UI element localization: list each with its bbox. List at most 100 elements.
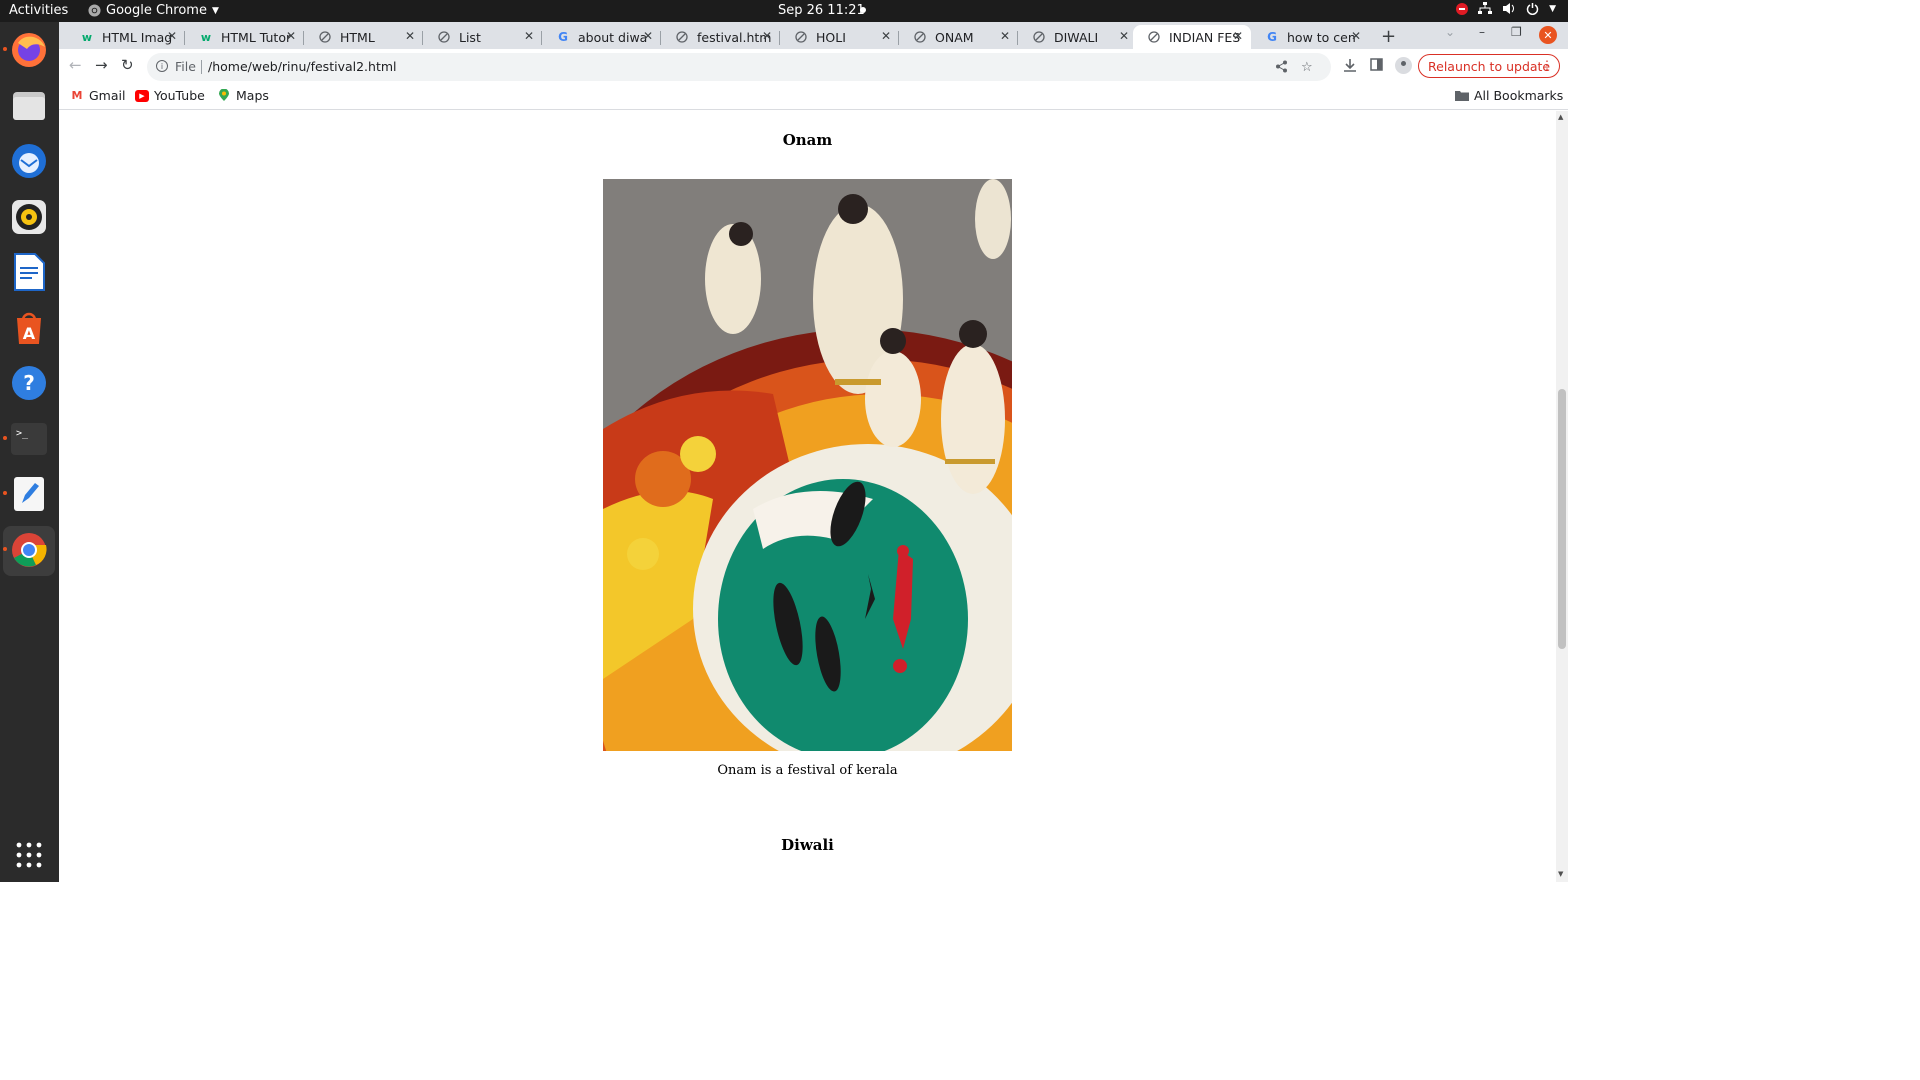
restore-icon[interactable]: ❐ bbox=[1511, 25, 1522, 39]
info-icon[interactable]: i bbox=[156, 60, 168, 72]
tab-list[interactable]: List ✕ bbox=[423, 25, 542, 49]
all-bookmarks-button[interactable]: All Bookmarks bbox=[1455, 88, 1563, 103]
page-scrollbar[interactable]: ▲ ▼ bbox=[1556, 111, 1568, 882]
network-icon bbox=[1478, 2, 1493, 14]
power-icon bbox=[1526, 3, 1539, 15]
close-tab-icon[interactable]: ✕ bbox=[1233, 29, 1243, 43]
globe-icon bbox=[675, 30, 689, 44]
download-icon[interactable] bbox=[1343, 58, 1357, 76]
close-tab-icon[interactable]: ✕ bbox=[1119, 29, 1129, 43]
running-indicator bbox=[3, 47, 7, 51]
tab-diwali[interactable]: DIWALI ✕ bbox=[1018, 25, 1137, 49]
url-text[interactable]: /home/web/rinu/festival2.html bbox=[208, 59, 397, 74]
google-icon: G bbox=[1267, 30, 1277, 44]
globe-icon bbox=[1147, 30, 1161, 44]
show-apps-icon[interactable] bbox=[8, 834, 50, 876]
window-close-icon[interactable]: ✕ bbox=[1539, 26, 1557, 44]
w3schools-icon: w bbox=[200, 30, 212, 44]
chrome-icon bbox=[88, 4, 101, 17]
close-tab-icon[interactable]: ✕ bbox=[524, 29, 534, 43]
activities-button[interactable]: Activities bbox=[9, 3, 68, 18]
close-tab-icon[interactable]: ✕ bbox=[167, 29, 177, 43]
relaunch-to-update-button[interactable]: Relaunch to update ⋮ bbox=[1418, 54, 1560, 78]
reload-icon[interactable]: ↻ bbox=[121, 56, 134, 74]
thunderbird-icon[interactable] bbox=[8, 140, 50, 182]
omnibox-divider bbox=[201, 60, 202, 74]
svg-text:A: A bbox=[23, 324, 36, 343]
firefox-icon[interactable] bbox=[3, 29, 50, 71]
scroll-down-icon[interactable]: ▼ bbox=[1558, 870, 1563, 878]
close-tab-icon[interactable]: ✕ bbox=[881, 29, 891, 43]
tab-strip: w HTML Imag ✕ w HTML Tutor ✕ HTML ✕ List… bbox=[59, 22, 1568, 49]
system-tray[interactable]: ▼ bbox=[1456, 2, 1556, 15]
section-heading-diwali: Diwali bbox=[781, 836, 834, 854]
app-menu[interactable]: Google Chrome ▼ bbox=[88, 3, 219, 18]
tab-about-diwali[interactable]: G about diwa ✕ bbox=[542, 25, 661, 49]
tab-title: how to cen bbox=[1287, 29, 1356, 45]
libreoffice-writer-icon[interactable] bbox=[8, 251, 50, 293]
chevron-down-icon: ▼ bbox=[1549, 3, 1556, 14]
notification-dot-icon bbox=[860, 7, 866, 13]
url-scheme-label: File bbox=[175, 59, 196, 74]
close-tab-icon[interactable]: ✕ bbox=[643, 29, 653, 43]
profile-avatar-icon[interactable] bbox=[1395, 57, 1412, 74]
more-options-icon[interactable]: ⋮ bbox=[1541, 58, 1553, 72]
maps-icon bbox=[217, 89, 231, 102]
chevron-down-icon: ▼ bbox=[211, 5, 219, 16]
youtube-icon: ▶ bbox=[135, 89, 149, 102]
bookmark-youtube[interactable]: ▶ YouTube bbox=[135, 88, 205, 103]
close-tab-icon[interactable]: ✕ bbox=[1000, 29, 1010, 43]
scroll-thumb[interactable] bbox=[1558, 389, 1566, 649]
bookmark-maps[interactable]: Maps bbox=[217, 88, 269, 103]
tab-onam[interactable]: ONAM ✕ bbox=[899, 25, 1018, 49]
tab-holi[interactable]: HOLI ✕ bbox=[780, 25, 899, 49]
google-icon: G bbox=[558, 30, 568, 44]
app-center-icon[interactable]: A bbox=[8, 307, 50, 349]
section-heading-onam: Onam bbox=[782, 131, 833, 149]
close-tab-icon[interactable]: ✕ bbox=[405, 29, 415, 43]
google-chrome-dock-icon[interactable] bbox=[3, 529, 50, 571]
help-icon[interactable]: ? bbox=[8, 362, 50, 404]
address-bar[interactable]: i File /home/web/rinu/festival2.html ☆ bbox=[147, 53, 1331, 81]
close-tab-icon[interactable]: ✕ bbox=[286, 29, 296, 43]
new-tab-button[interactable]: + bbox=[1381, 26, 1396, 47]
tab-html-images[interactable]: w HTML Imag ✕ bbox=[66, 25, 185, 49]
star-icon[interactable]: ☆ bbox=[1301, 60, 1313, 75]
files-icon[interactable] bbox=[8, 85, 50, 127]
close-tab-icon[interactable]: ✕ bbox=[1351, 29, 1361, 43]
folder-icon bbox=[1455, 90, 1469, 102]
running-indicator bbox=[3, 547, 7, 551]
side-panel-icon[interactable] bbox=[1370, 58, 1383, 75]
dock: A ? >_ bbox=[0, 22, 59, 882]
section-caption-onam: Onam is a festival of kerala bbox=[717, 763, 898, 778]
page-content: Onam Onam is a festival of kerala Diwali bbox=[59, 111, 1556, 882]
volume-icon bbox=[1503, 3, 1515, 14]
tab-festival[interactable]: festival.htm ✕ bbox=[661, 25, 780, 49]
forward-arrow-icon[interactable]: → bbox=[95, 56, 108, 74]
app-menu-label: Google Chrome bbox=[106, 3, 207, 18]
tab-html[interactable]: HTML ✕ bbox=[304, 25, 423, 49]
system-top-bar: Activities Google Chrome ▼ Sep 26 11:21 … bbox=[0, 0, 1568, 22]
back-arrow-icon[interactable]: ← bbox=[69, 56, 82, 74]
globe-icon bbox=[913, 30, 927, 44]
globe-icon bbox=[437, 30, 451, 44]
tab-html-tutorial[interactable]: w HTML Tutor ✕ bbox=[185, 25, 304, 49]
onam-pookalam-image bbox=[603, 179, 1012, 751]
tab-indian-festivals[interactable]: INDIAN FES ✕ bbox=[1133, 25, 1251, 49]
minimize-icon[interactable]: – bbox=[1479, 25, 1485, 39]
running-indicator bbox=[3, 436, 7, 440]
w3schools-icon: w bbox=[81, 30, 93, 44]
share-icon[interactable] bbox=[1275, 60, 1288, 77]
tab-search-icon[interactable]: ⌄ bbox=[1445, 25, 1455, 39]
globe-icon bbox=[1032, 30, 1046, 44]
scroll-up-icon[interactable]: ▲ bbox=[1558, 113, 1563, 121]
bookmark-label: Gmail bbox=[89, 88, 126, 103]
tab-how-to-center[interactable]: G how to cen ✕ bbox=[1251, 25, 1369, 49]
svg-text:>_: >_ bbox=[16, 428, 29, 439]
close-tab-icon[interactable]: ✕ bbox=[762, 29, 772, 43]
text-editor-icon[interactable] bbox=[3, 473, 50, 515]
clock[interactable]: Sep 26 11:21 bbox=[778, 3, 865, 18]
rhythmbox-icon[interactable] bbox=[8, 196, 50, 238]
terminal-icon[interactable]: >_ bbox=[3, 418, 50, 460]
bookmark-gmail[interactable]: M Gmail bbox=[70, 88, 126, 103]
